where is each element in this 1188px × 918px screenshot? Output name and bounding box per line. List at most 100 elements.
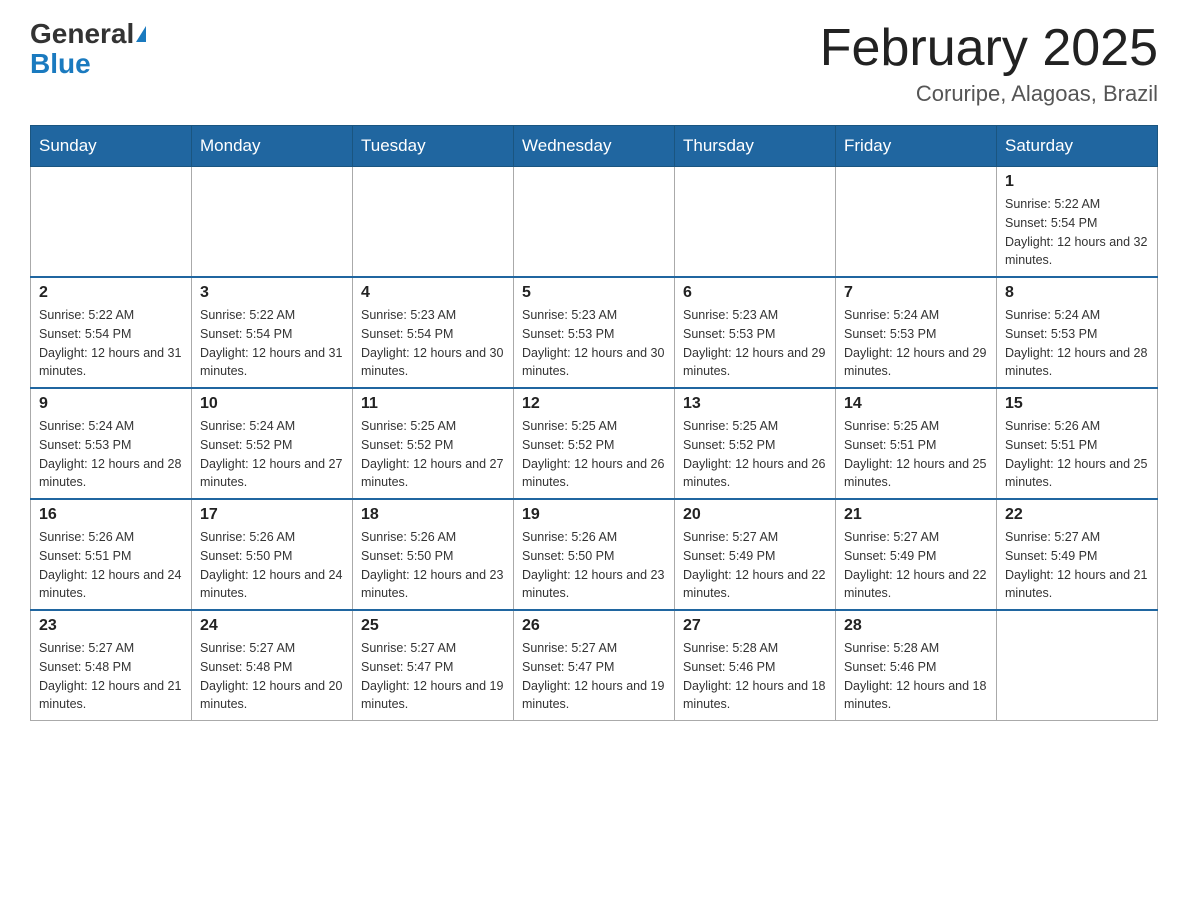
day-header-wednesday: Wednesday <box>514 126 675 167</box>
day-info: Sunrise: 5:27 AMSunset: 5:49 PMDaylight:… <box>1005 528 1149 603</box>
day-info: Sunrise: 5:24 AMSunset: 5:53 PMDaylight:… <box>844 306 988 381</box>
day-number: 15 <box>1005 395 1149 413</box>
calendar-cell: 8 Sunrise: 5:24 AMSunset: 5:53 PMDaylight… <box>997 277 1158 388</box>
day-number: 16 <box>39 506 183 524</box>
calendar-week-1: 1Sunrise: 5:22 AMSunset: 5:54 PMDaylight… <box>31 167 1158 278</box>
day-number: 25 <box>361 617 505 635</box>
day-number: 23 <box>39 617 183 635</box>
month-title: February 2025 <box>820 20 1158 77</box>
calendar-cell: 22 Sunrise: 5:27 AMSunset: 5:49 PMDayligh… <box>997 499 1158 610</box>
calendar-cell: 1Sunrise: 5:22 AMSunset: 5:54 PMDaylight… <box>997 167 1158 278</box>
day-info: Sunrise: 5:27 AMSunset: 5:47 PMDaylight:… <box>361 639 505 714</box>
calendar-cell <box>675 167 836 278</box>
page-header: General Blue February 2025 Coruripe, Ala… <box>30 20 1158 107</box>
day-number: 18 <box>361 506 505 524</box>
calendar-cell: 18 Sunrise: 5:26 AMSunset: 5:50 PMDayligh… <box>353 499 514 610</box>
day-number: 28 <box>844 617 988 635</box>
day-info: Sunrise: 5:24 AMSunset: 5:53 PMDaylight:… <box>1005 306 1149 381</box>
day-number: 7 <box>844 284 988 302</box>
calendar-cell <box>353 167 514 278</box>
calendar-cell: 16 Sunrise: 5:26 AMSunset: 5:51 PMDayligh… <box>31 499 192 610</box>
day-info: Sunrise: 5:25 AMSunset: 5:52 PMDaylight:… <box>361 417 505 492</box>
day-info: Sunrise: 5:26 AMSunset: 5:51 PMDaylight:… <box>1005 417 1149 492</box>
calendar-cell: 10Sunrise: 5:24 AMSunset: 5:52 PMDayligh… <box>192 388 353 499</box>
logo: General Blue <box>30 20 146 78</box>
day-info: Sunrise: 5:27 AMSunset: 5:48 PMDaylight:… <box>39 639 183 714</box>
day-number: 6 <box>683 284 827 302</box>
day-number: 17 <box>200 506 344 524</box>
location-title: Coruripe, Alagoas, Brazil <box>820 81 1158 107</box>
calendar-cell: 13Sunrise: 5:25 AMSunset: 5:52 PMDayligh… <box>675 388 836 499</box>
calendar-cell: 28 Sunrise: 5:28 AMSunset: 5:46 PMDayligh… <box>836 610 997 721</box>
day-number: 12 <box>522 395 666 413</box>
day-number: 20 <box>683 506 827 524</box>
day-header-thursday: Thursday <box>675 126 836 167</box>
day-number: 27 <box>683 617 827 635</box>
day-info: Sunrise: 5:27 AMSunset: 5:47 PMDaylight:… <box>522 639 666 714</box>
calendar-cell: 17 Sunrise: 5:26 AMSunset: 5:50 PMDayligh… <box>192 499 353 610</box>
day-header-sunday: Sunday <box>31 126 192 167</box>
day-info: Sunrise: 5:22 AMSunset: 5:54 PMDaylight:… <box>200 306 344 381</box>
calendar-cell: 25 Sunrise: 5:27 AMSunset: 5:47 PMDayligh… <box>353 610 514 721</box>
day-number: 8 <box>1005 284 1149 302</box>
calendar-cell: 23 Sunrise: 5:27 AMSunset: 5:48 PMDayligh… <box>31 610 192 721</box>
calendar-cell: 3 Sunrise: 5:22 AMSunset: 5:54 PMDaylight… <box>192 277 353 388</box>
calendar-week-4: 16 Sunrise: 5:26 AMSunset: 5:51 PMDayligh… <box>31 499 1158 610</box>
day-info: Sunrise: 5:26 AMSunset: 5:51 PMDaylight:… <box>39 528 183 603</box>
calendar-cell: 21Sunrise: 5:27 AMSunset: 5:49 PMDayligh… <box>836 499 997 610</box>
day-info: Sunrise: 5:24 AMSunset: 5:53 PMDaylight:… <box>39 417 183 492</box>
day-number: 9 <box>39 395 183 413</box>
calendar-cell <box>31 167 192 278</box>
calendar-cell: 14 Sunrise: 5:25 AMSunset: 5:51 PMDayligh… <box>836 388 997 499</box>
day-number: 3 <box>200 284 344 302</box>
calendar-cell: 5 Sunrise: 5:23 AMSunset: 5:53 PMDaylight… <box>514 277 675 388</box>
calendar-cell <box>192 167 353 278</box>
calendar-cell: 24 Sunrise: 5:27 AMSunset: 5:48 PMDayligh… <box>192 610 353 721</box>
day-number: 2 <box>39 284 183 302</box>
calendar-cell <box>836 167 997 278</box>
logo-general-text: General <box>30 20 134 48</box>
day-header-tuesday: Tuesday <box>353 126 514 167</box>
day-info: Sunrise: 5:22 AMSunset: 5:54 PMDaylight:… <box>39 306 183 381</box>
calendar-cell <box>514 167 675 278</box>
calendar-cell: 26 Sunrise: 5:27 AMSunset: 5:47 PMDayligh… <box>514 610 675 721</box>
day-number: 24 <box>200 617 344 635</box>
calendar-week-2: 2 Sunrise: 5:22 AMSunset: 5:54 PMDaylight… <box>31 277 1158 388</box>
calendar-week-5: 23 Sunrise: 5:27 AMSunset: 5:48 PMDayligh… <box>31 610 1158 721</box>
calendar-cell: 27 Sunrise: 5:28 AMSunset: 5:46 PMDayligh… <box>675 610 836 721</box>
calendar-table: SundayMondayTuesdayWednesdayThursdayFrid… <box>30 125 1158 721</box>
day-number: 26 <box>522 617 666 635</box>
day-info: Sunrise: 5:23 AMSunset: 5:54 PMDaylight:… <box>361 306 505 381</box>
calendar-cell <box>997 610 1158 721</box>
day-info: Sunrise: 5:22 AMSunset: 5:54 PMDaylight:… <box>1005 195 1149 270</box>
calendar-cell: 12 Sunrise: 5:25 AMSunset: 5:52 PMDayligh… <box>514 388 675 499</box>
calendar-cell: 2 Sunrise: 5:22 AMSunset: 5:54 PMDaylight… <box>31 277 192 388</box>
calendar-cell: 20 Sunrise: 5:27 AMSunset: 5:49 PMDayligh… <box>675 499 836 610</box>
day-header-friday: Friday <box>836 126 997 167</box>
day-number: 4 <box>361 284 505 302</box>
day-header-saturday: Saturday <box>997 126 1158 167</box>
day-number: 5 <box>522 284 666 302</box>
calendar-week-3: 9 Sunrise: 5:24 AMSunset: 5:53 PMDaylight… <box>31 388 1158 499</box>
day-info: Sunrise: 5:27 AMSunset: 5:48 PMDaylight:… <box>200 639 344 714</box>
calendar-cell: 6 Sunrise: 5:23 AMSunset: 5:53 PMDaylight… <box>675 277 836 388</box>
day-info: Sunrise: 5:28 AMSunset: 5:46 PMDaylight:… <box>683 639 827 714</box>
day-info: Sunrise: 5:25 AMSunset: 5:51 PMDaylight:… <box>844 417 988 492</box>
day-info: Sunrise: 5:26 AMSunset: 5:50 PMDaylight:… <box>361 528 505 603</box>
day-info: Sunrise: 5:28 AMSunset: 5:46 PMDaylight:… <box>844 639 988 714</box>
day-info: Sunrise: 5:23 AMSunset: 5:53 PMDaylight:… <box>522 306 666 381</box>
day-number: 22 <box>1005 506 1149 524</box>
day-info: Sunrise: 5:26 AMSunset: 5:50 PMDaylight:… <box>522 528 666 603</box>
day-info: Sunrise: 5:27 AMSunset: 5:49 PMDaylight:… <box>683 528 827 603</box>
calendar-cell: 19Sunrise: 5:26 AMSunset: 5:50 PMDayligh… <box>514 499 675 610</box>
day-info: Sunrise: 5:23 AMSunset: 5:53 PMDaylight:… <box>683 306 827 381</box>
day-info: Sunrise: 5:26 AMSunset: 5:50 PMDaylight:… <box>200 528 344 603</box>
calendar-cell: 15 Sunrise: 5:26 AMSunset: 5:51 PMDayligh… <box>997 388 1158 499</box>
title-block: February 2025 Coruripe, Alagoas, Brazil <box>820 20 1158 107</box>
logo-triangle-icon <box>136 26 146 42</box>
day-info: Sunrise: 5:25 AMSunset: 5:52 PMDaylight:… <box>522 417 666 492</box>
day-number: 13 <box>683 395 827 413</box>
logo-blue-text: Blue <box>30 50 91 78</box>
day-number: 14 <box>844 395 988 413</box>
calendar-cell: 9 Sunrise: 5:24 AMSunset: 5:53 PMDaylight… <box>31 388 192 499</box>
